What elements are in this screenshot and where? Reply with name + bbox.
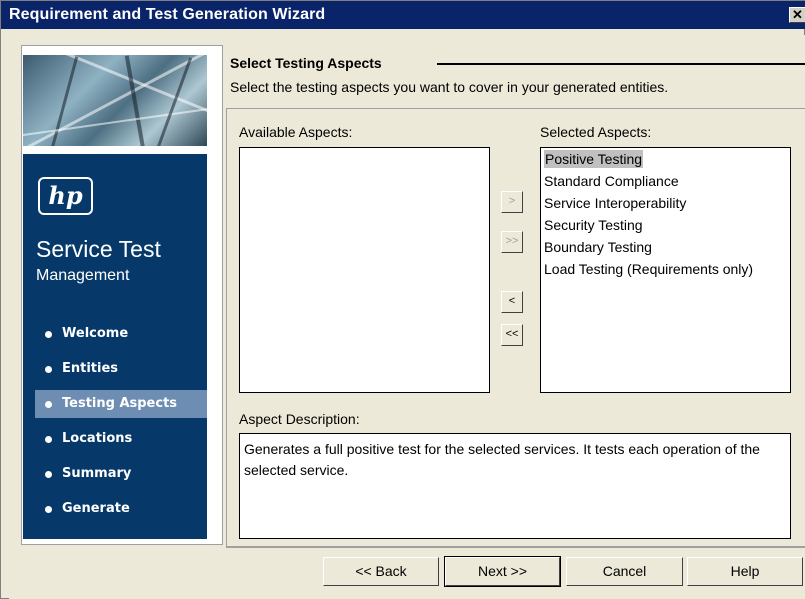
selected-aspects-list[interactable]: Positive Testing Standard Compliance Ser…: [540, 147, 791, 393]
step-summary: Summary: [35, 460, 207, 488]
hp-logo: hp: [38, 177, 93, 215]
list-item[interactable]: Boundary Testing: [541, 236, 790, 258]
back-button[interactable]: << Back: [323, 557, 439, 586]
product-subtitle: Management: [36, 267, 130, 284]
bullet-icon: [45, 400, 52, 408]
remove-button[interactable]: <: [501, 291, 523, 313]
list-item[interactable]: Service Interoperability: [541, 192, 790, 214]
product-title: Service Test: [36, 236, 161, 262]
window-title: Requirement and Test Generation Wizard: [9, 6, 326, 23]
bullet-icon: [45, 435, 52, 443]
remove-all-button[interactable]: <<: [501, 324, 523, 346]
bottom-divider: [226, 546, 805, 548]
wizard-steps: Welcome Entities Testing Aspects Locatio…: [35, 320, 207, 530]
aspect-description-label: Aspect Description:: [239, 411, 360, 427]
aspect-description-text: Generates a full positive test for the s…: [239, 433, 791, 539]
bullet-icon: [45, 470, 52, 478]
add-button[interactable]: >: [501, 191, 523, 213]
side-panel: hp Service Test Management Welcome Entit…: [21, 45, 223, 545]
step-label: Generate: [62, 501, 130, 516]
step-label: Summary: [62, 466, 132, 481]
list-item[interactable]: Security Testing: [541, 214, 790, 236]
bullet-icon: [45, 330, 52, 338]
cancel-button[interactable]: Cancel: [566, 557, 683, 586]
page-description: Select the testing aspects you want to c…: [230, 79, 669, 95]
step-testing-aspects: Testing Aspects: [35, 390, 207, 418]
list-item[interactable]: Positive Testing: [541, 148, 790, 170]
close-icon[interactable]: ✕: [789, 7, 805, 23]
step-label: Locations: [62, 431, 133, 446]
selected-item-label: Positive Testing: [544, 150, 644, 168]
content-panel: Available Aspects: > >> < << Selected As…: [226, 108, 805, 546]
selected-aspects-label: Selected Aspects:: [540, 124, 652, 140]
next-button[interactable]: Next >>: [444, 556, 561, 587]
title-bar: Requirement and Test Generation Wizard ✕: [1, 1, 805, 29]
bullet-icon: [45, 505, 52, 513]
bullet-icon: [45, 365, 52, 373]
add-all-button[interactable]: >>: [501, 231, 523, 253]
list-item[interactable]: Standard Compliance: [541, 170, 790, 192]
list-item[interactable]: Load Testing (Requirements only): [541, 258, 790, 280]
step-label: Welcome: [62, 326, 129, 341]
brand-panel: hp Service Test Management Welcome Entit…: [23, 154, 207, 539]
title-divider: [437, 63, 805, 65]
wizard-window: Requirement and Test Generation Wizard ✕…: [0, 0, 805, 599]
available-aspects-list[interactable]: [239, 147, 490, 393]
step-generate: Generate: [35, 495, 207, 523]
page-title: Select Testing Aspects: [230, 55, 382, 71]
help-button[interactable]: Help: [687, 557, 803, 586]
step-label: Testing Aspects: [62, 396, 178, 411]
building-photo: [23, 55, 207, 146]
available-aspects-label: Available Aspects:: [239, 124, 353, 140]
step-entities: Entities: [35, 355, 207, 383]
step-locations: Locations: [35, 425, 207, 453]
step-label: Entities: [62, 361, 119, 376]
step-welcome: Welcome: [35, 320, 207, 348]
